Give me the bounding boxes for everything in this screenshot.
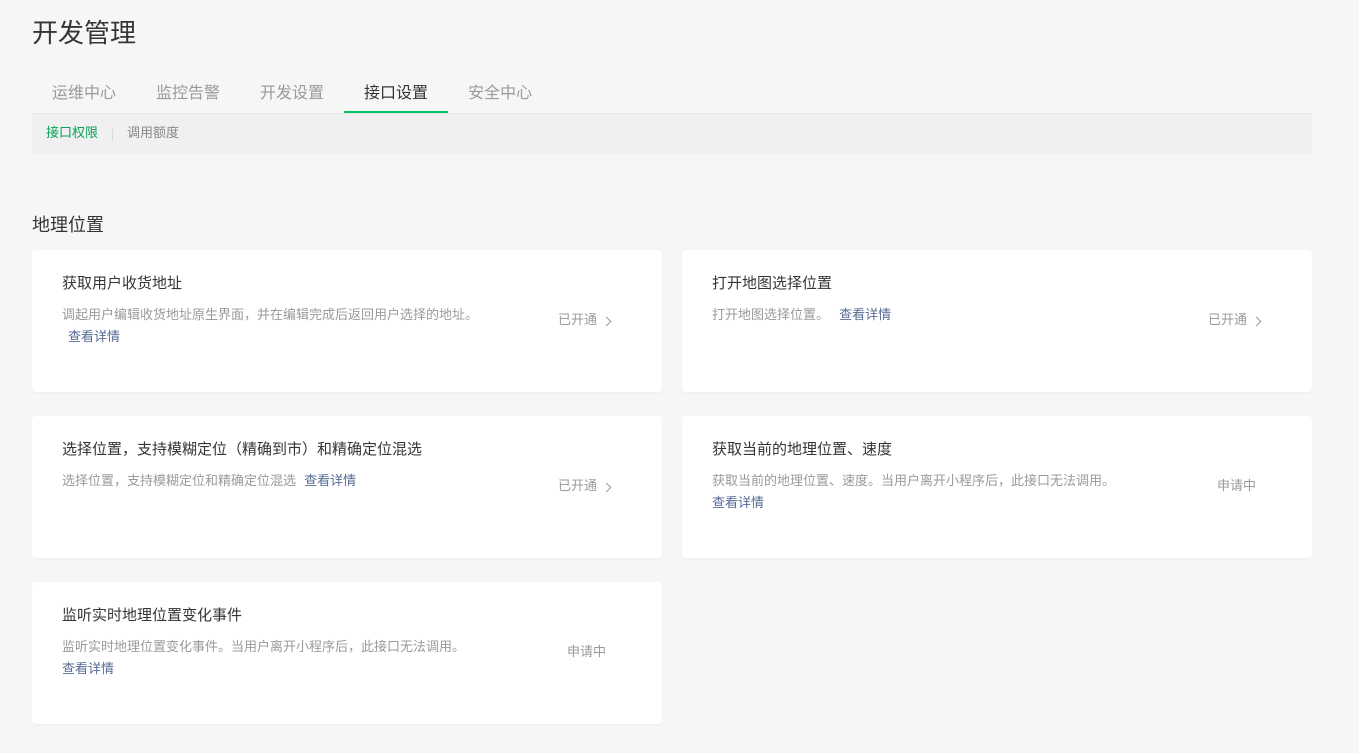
chevron-right-icon xyxy=(601,316,612,326)
card-description: 监听实时地理位置变化事件。当用户离开小程序后，此接口无法调用。 查看详情 xyxy=(62,637,502,681)
card-description-text: 调起用户编辑收货地址原生界面，并在编辑完成后返回用户选择的地址。 xyxy=(62,308,479,323)
card-title: 获取用户收货地址 xyxy=(62,274,183,292)
api-card-choose-location-on-map[interactable]: 打开地图选择位置 打开地图选择位置。 查看详情 已开通 xyxy=(682,250,1312,392)
status-text: 已开通 xyxy=(557,479,597,494)
card-title: 获取当前的地理位置、速度 xyxy=(712,440,893,458)
card-title: 选择位置，支持模糊定位（精确到市）和精确定位混选 xyxy=(62,440,423,458)
chevron-right-icon xyxy=(1251,316,1262,326)
tab-api-settings[interactable]: 接口设置 xyxy=(344,73,449,113)
tab-security-center[interactable]: 安全中心 xyxy=(448,73,552,113)
status-badge: 申请中 xyxy=(567,642,606,664)
status-badge: 申请中 xyxy=(1217,476,1256,498)
card-description: 调起用户编辑收货地址原生界面，并在编辑完成后返回用户选择的地址。 查看详情 xyxy=(62,305,502,349)
dev-management-page: 开发管理 运维中心 监控告警 开发设置 接口设置 安全中心 接口权限 调用额度 … xyxy=(0,0,1359,753)
status-badge: 已开通 xyxy=(1207,310,1262,332)
page-title: 开发管理 xyxy=(32,19,137,49)
api-card-choose-location-fuzzy[interactable]: 选择位置，支持模糊定位（精确到市）和精确定位混选 选择位置，支持模糊定位和精确定… xyxy=(32,416,662,558)
view-details-link[interactable]: 查看详情 xyxy=(68,330,120,345)
status-text: 已开通 xyxy=(557,313,597,328)
status-text: 已开通 xyxy=(1207,313,1247,328)
card-description-text: 打开地图选择位置。 xyxy=(712,308,830,323)
card-description: 打开地图选择位置。 查看详情 xyxy=(712,305,1152,327)
status-badge: 已开通 xyxy=(557,476,612,498)
tab-monitoring-alerts[interactable]: 监控告警 xyxy=(136,73,240,113)
main-tabs: 运维中心 监控告警 开发设置 接口设置 安全中心 xyxy=(32,73,1312,114)
card-description: 选择位置，支持模糊定位和精确定位混选 查看详情 xyxy=(62,471,502,493)
card-description-text: 监听实时地理位置变化事件。当用户离开小程序后，此接口无法调用。 xyxy=(62,640,466,655)
api-card-get-location-speed[interactable]: 获取当前的地理位置、速度 获取当前的地理位置、速度。当用户离开小程序后，此接口无… xyxy=(682,416,1312,558)
card-title: 打开地图选择位置 xyxy=(712,274,833,292)
tab-dev-settings[interactable]: 开发设置 xyxy=(240,73,344,113)
status-badge: 已开通 xyxy=(557,310,612,332)
api-card-get-shipping-address[interactable]: 获取用户收货地址 调起用户编辑收货地址原生界面，并在编辑完成后返回用户选择的地址… xyxy=(32,250,662,392)
view-details-link[interactable]: 查看详情 xyxy=(839,308,891,323)
view-details-link[interactable]: 查看详情 xyxy=(62,659,502,681)
subnav-call-quota[interactable]: 调用额度 xyxy=(113,127,193,141)
status-text: 申请中 xyxy=(566,645,606,660)
api-card-location-change-listener[interactable]: 监听实时地理位置变化事件 监听实时地理位置变化事件。当用户离开小程序后，此接口无… xyxy=(32,582,662,724)
view-details-link[interactable]: 查看详情 xyxy=(304,474,356,489)
subnav-api-permissions[interactable]: 接口权限 xyxy=(32,127,112,141)
status-text: 申请中 xyxy=(1216,479,1256,494)
sub-navigation: 接口权限 调用额度 xyxy=(32,114,1312,154)
chevron-right-icon xyxy=(601,482,612,492)
card-title: 监听实时地理位置变化事件 xyxy=(62,606,243,624)
tab-ops-center[interactable]: 运维中心 xyxy=(32,73,136,113)
section-title-geolocation: 地理位置 xyxy=(32,215,104,236)
view-details-link[interactable]: 查看详情 xyxy=(712,493,1152,515)
card-description: 获取当前的地理位置、速度。当用户离开小程序后，此接口无法调用。 查看详情 xyxy=(712,471,1152,515)
card-description-text: 获取当前的地理位置、速度。当用户离开小程序后，此接口无法调用。 xyxy=(712,474,1116,489)
card-description-text: 选择位置，支持模糊定位和精确定位混选 xyxy=(62,474,297,489)
